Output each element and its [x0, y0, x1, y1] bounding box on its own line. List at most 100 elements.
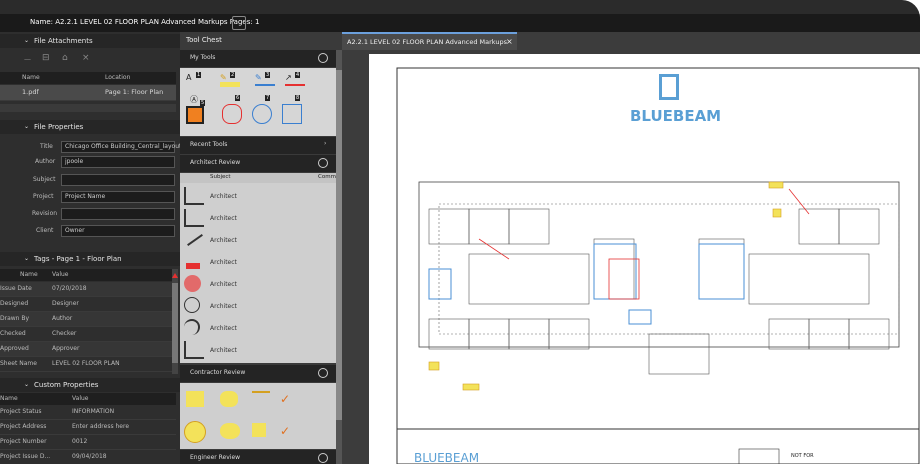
tool-label: Architect [210, 215, 237, 222]
my-tools-header[interactable]: My Tools [180, 50, 336, 67]
properties-panel: ⌄ File Attachments — ⊟ ⌂ × Name Location… [0, 32, 181, 464]
trash-icon[interactable]: ⌂ [62, 54, 68, 63]
custom-table-header: Name Value [0, 393, 176, 405]
angle-tool[interactable] [184, 341, 204, 359]
checkmark-icon[interactable]: ✓ [280, 425, 290, 437]
callout-tool[interactable]: 5 [186, 100, 206, 124]
highlight-tool[interactable]: ✎ 2 [220, 72, 250, 87]
minus-icon[interactable]: — [24, 56, 31, 63]
custom-value: 09/04/2018 [72, 453, 107, 460]
document-tab[interactable]: A2.2.1 LEVEL 02 FLOOR PLAN Advanced Mark… [342, 32, 517, 50]
window-title: Name: A2.2.1 LEVEL 02 FLOOR PLAN Advance… [30, 18, 260, 26]
client-value: Owner [65, 227, 85, 234]
red-circle-tool[interactable] [184, 275, 204, 293]
arrow-tool[interactable]: ↗ 4 [285, 72, 315, 86]
tags-scrollbar[interactable] [172, 269, 178, 374]
tags-header[interactable]: ⌄ Tags - Page 1 - Floor Plan [0, 252, 180, 266]
chevron-down-icon: ⌄ [24, 37, 30, 44]
custom-properties-header[interactable]: ⌄ Custom Properties [0, 378, 180, 392]
tool-badge: 2 [230, 72, 236, 78]
yellow-blob-tool[interactable] [220, 423, 240, 439]
cloud-outline-tool[interactable] [184, 297, 204, 315]
engineer-review-header[interactable]: Engineer Review [180, 450, 336, 464]
close-icon[interactable]: × [82, 54, 90, 63]
sticky-note-tool[interactable] [186, 391, 204, 407]
custom-row[interactable]: Project Status INFORMATION [0, 405, 176, 420]
tool-label: Architect [210, 303, 237, 310]
subject-field[interactable] [61, 174, 175, 186]
tool-label: Architect [210, 237, 237, 244]
horizontal-scrollbar[interactable] [0, 104, 176, 112]
gear-icon[interactable] [318, 368, 328, 378]
yellow-circle-tool[interactable] [184, 421, 206, 443]
tag-row[interactable]: Checked Checker [0, 327, 176, 342]
dimension-tool[interactable] [184, 187, 204, 205]
yellow-box-tool[interactable] [252, 423, 266, 437]
file-attachments-header[interactable]: ⌄ File Attachments [0, 34, 180, 48]
tool-badge: 5 [200, 100, 206, 106]
gear-icon[interactable] [318, 53, 328, 63]
drawing-page[interactable]: BLUEBEAM BLUEBEAM NOT FOR [369, 54, 920, 464]
tag-row[interactable]: Approved Approver [0, 342, 176, 357]
close-icon[interactable]: × [506, 38, 513, 46]
custom-row[interactable]: Project Issue D... 09/04/2018 [0, 450, 176, 464]
tags-title: Tags - Page 1 - Floor Plan [34, 255, 122, 263]
stamp-tool[interactable]: A1 [186, 72, 206, 82]
window-control-button[interactable] [232, 16, 246, 30]
scroll-thumb[interactable] [172, 283, 178, 363]
column-name: Name [20, 271, 38, 278]
custom-name: Project Address [0, 423, 47, 430]
chevron-right-icon[interactable]: › [324, 141, 326, 147]
custom-name: Project Status [0, 408, 42, 415]
file-properties-header[interactable]: ⌄ File Properties [0, 120, 180, 134]
client-field[interactable]: Owner [61, 225, 175, 237]
tool-label: Architect [210, 259, 237, 266]
tag-name: Issue Date [0, 285, 32, 292]
architect-review-header[interactable]: Architect Review [180, 155, 336, 172]
area-tool[interactable] [184, 209, 204, 227]
attachment-row[interactable]: 1.pdf Page 1: Floor Plan [0, 85, 176, 101]
tag-name: Sheet Name [0, 360, 37, 367]
contractor-review-header[interactable]: Contractor Review [180, 365, 336, 382]
custom-row[interactable]: Project Address Enter address here [0, 420, 176, 435]
column-location: Location [105, 74, 131, 81]
title-block-text: NOT FOR [791, 453, 814, 459]
tag-row[interactable]: Drawn By Author [0, 312, 176, 327]
custom-value: INFORMATION [72, 408, 115, 415]
tag-name: Drawn By [0, 315, 30, 322]
yellow-cloud-tool[interactable] [220, 391, 238, 407]
ellipse-tool[interactable]: 7 [252, 95, 272, 124]
title-field[interactable]: Chicago Office Building_Central_layout [61, 141, 181, 153]
tags-table-header: Name Value [0, 269, 176, 281]
column-comment: Comm [318, 174, 336, 180]
scroll-up-icon[interactable] [172, 273, 178, 278]
tag-row[interactable]: Sheet Name LEVEL 02 FLOOR PLAN [0, 357, 176, 372]
revision-field[interactable] [61, 208, 175, 220]
ar-table-header: Subject Comm [180, 173, 336, 183]
text-box-tool[interactable] [184, 253, 204, 271]
tool-badge: 7 [265, 95, 271, 101]
tag-value: 07/20/2018 [52, 285, 87, 292]
author-field[interactable]: jpoole [61, 156, 175, 168]
cloud-tool[interactable]: 6 [222, 95, 242, 124]
gear-icon[interactable] [318, 453, 328, 463]
architect-review-title: Architect Review [190, 159, 241, 166]
gear-icon[interactable] [318, 158, 328, 168]
folder-icon[interactable]: ⊟ [42, 54, 50, 63]
tag-row[interactable]: Designed Designer [0, 297, 176, 312]
checkmark-icon[interactable]: ✓ [280, 393, 290, 405]
tag-row[interactable]: Issue Date 07/20/2018 [0, 282, 176, 297]
line-tool[interactable] [184, 231, 204, 249]
tag-name: Approved [0, 345, 29, 352]
project-field[interactable]: Project Name [61, 191, 175, 203]
my-tools-body: A1 ✎ 2 ✎ 3 ↗ 4 5 Ⓐ 6 7 8 [180, 68, 336, 136]
custom-row[interactable]: Project Number 0012 [0, 435, 176, 450]
yellow-line-tool[interactable] [252, 391, 270, 407]
arc-tool[interactable] [184, 319, 204, 337]
recent-tools-header[interactable]: Recent Tools › [180, 137, 336, 154]
pen-tool[interactable]: ✎ 3 [255, 72, 285, 86]
project-label: Project [33, 193, 54, 200]
rectangle-tool[interactable]: 8 [282, 95, 302, 124]
column-name: Name [0, 395, 18, 402]
attachments-table-header: Name Location [0, 72, 176, 84]
